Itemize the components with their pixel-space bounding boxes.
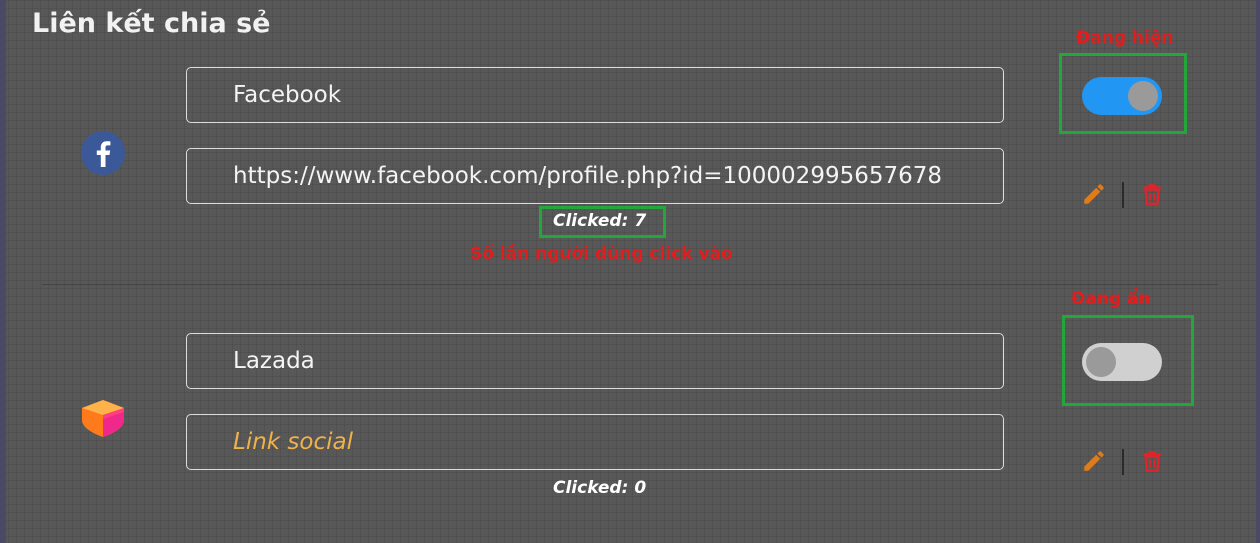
toggle-knob [1128,81,1158,111]
lazada-name-field[interactable]: Lazada [186,333,1004,389]
delete-icon[interactable] [1139,180,1165,208]
lazada-icon [82,400,124,437]
facebook-icon [81,131,125,175]
facebook-link-field[interactable]: https://www.facebook.com/profile.php?id=… [186,148,1004,204]
action-separator [1122,182,1124,208]
item-divider [42,284,1218,285]
lazada-status-annotation: Đang ẩn [1071,289,1151,309]
facebook-clicked-count: Clicked: 7 [553,211,647,231]
facebook-name-field[interactable]: Facebook [186,67,1004,123]
lazada-visibility-toggle[interactable] [1082,343,1162,381]
page-title: Liên kết chia sẻ [32,8,271,39]
edit-icon[interactable] [1081,180,1107,208]
edit-icon[interactable] [1081,447,1107,475]
facebook-visibility-toggle[interactable] [1082,77,1162,115]
toggle-knob [1086,347,1116,377]
delete-icon[interactable] [1139,447,1165,475]
action-separator [1122,449,1124,475]
lazada-link-field[interactable]: Link social [186,414,1004,470]
lazada-clicked-count: Clicked: 0 [553,478,647,498]
facebook-status-annotation: Đang hiện [1076,28,1174,48]
clicks-annotation: Số lần người dùng click vào [470,244,733,264]
